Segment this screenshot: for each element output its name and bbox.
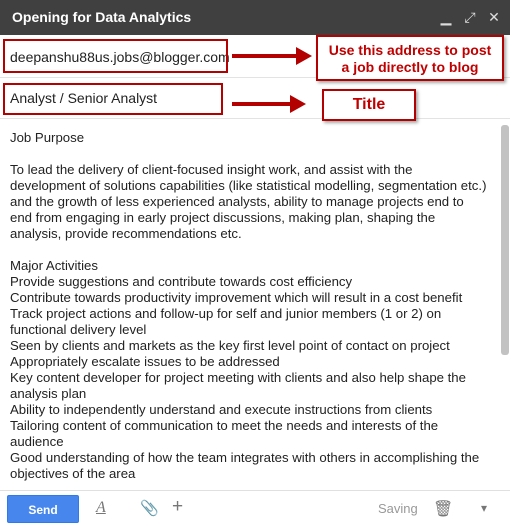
body-line: To lead the delivery of client-focused i… bbox=[10, 162, 413, 177]
body-line: Seen by clients and markets as the key f… bbox=[10, 338, 450, 353]
body-line bbox=[10, 242, 490, 258]
title-arrowhead bbox=[290, 95, 306, 113]
attach-icon[interactable]: 📎 bbox=[140, 499, 159, 517]
save-status: Saving bbox=[378, 501, 418, 516]
body-line: functional delivery level bbox=[10, 322, 147, 337]
body-line: and the growth of less experienced analy… bbox=[10, 194, 464, 209]
compose-titlebar: Opening for Data Analytics ▁ ⤢ ✕ bbox=[0, 0, 510, 35]
body-line: Major Activities bbox=[10, 258, 98, 273]
body-line: Job Purpose bbox=[10, 130, 85, 145]
body-line: Track project actions and follow-up for … bbox=[10, 306, 442, 321]
expand-icon[interactable]: ⤢ bbox=[462, 9, 478, 25]
compose-toolbar: Send A 📎 + Saving 🗑 ▾ bbox=[0, 490, 510, 526]
body-line: Contribute towards productivity improvem… bbox=[10, 290, 463, 305]
body-line: objectives of the area bbox=[10, 466, 136, 481]
body-line: Key content developer for project meetin… bbox=[10, 370, 466, 385]
options-dropdown-icon[interactable]: ▾ bbox=[481, 501, 487, 515]
address-highlight bbox=[3, 39, 228, 73]
body-line: development of solutions capabilities (l… bbox=[10, 178, 487, 193]
close-icon[interactable]: ✕ bbox=[486, 9, 502, 25]
address-arrowhead bbox=[296, 47, 312, 65]
body-line: end from engaging in early project discu… bbox=[10, 210, 436, 225]
title-highlight bbox=[3, 83, 223, 115]
more-options-icon[interactable]: + bbox=[172, 496, 183, 518]
body-line: Ability to independently understand and … bbox=[10, 402, 433, 417]
title-arrow bbox=[232, 102, 292, 106]
body-line: analysis, provide recommendations etc. bbox=[10, 226, 242, 241]
compose-window: Opening for Data Analytics ▁ ⤢ ✕ deepans… bbox=[0, 0, 510, 526]
send-button[interactable]: Send bbox=[7, 495, 79, 523]
body-line: audience bbox=[10, 434, 64, 449]
body-line: Tailoring content of communication to me… bbox=[10, 418, 439, 433]
formatting-icon[interactable]: A bbox=[96, 499, 106, 517]
body-line: analysis plan bbox=[10, 386, 87, 401]
address-arrow bbox=[232, 54, 298, 58]
body-line: Appropriately escalate issues to be addr… bbox=[10, 354, 280, 369]
body-scrollbar[interactable] bbox=[501, 125, 509, 355]
minimize-icon[interactable]: ▁ bbox=[438, 9, 454, 25]
body-line bbox=[10, 146, 490, 162]
trash-icon[interactable]: 🗑 bbox=[433, 499, 453, 519]
body-line: Provide suggestions and contribute towar… bbox=[10, 274, 353, 289]
address-callout: Use this address to post a job directly … bbox=[316, 35, 504, 81]
body-line: Good understanding of how the team integ… bbox=[10, 450, 480, 465]
compose-title: Opening for Data Analytics bbox=[12, 9, 192, 25]
title-callout: Title bbox=[322, 89, 416, 121]
message-body[interactable]: Job Purpose To lead the delivery of clien… bbox=[10, 130, 490, 485]
